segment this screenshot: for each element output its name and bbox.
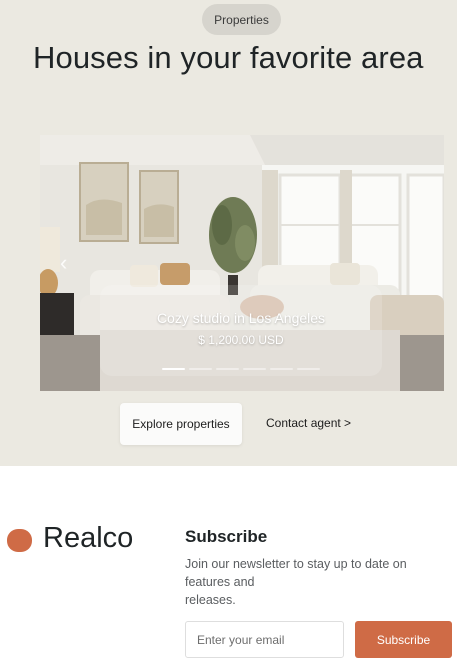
- contact-agent-link[interactable]: Contact agent >: [266, 416, 351, 430]
- carousel-dot[interactable]: [297, 368, 320, 370]
- property-carousel[interactable]: ‹ Cozy studio in Los Angeles $ 1,200.00 …: [40, 135, 444, 391]
- properties-badge: Properties: [202, 4, 281, 35]
- carousel-dot[interactable]: [270, 368, 293, 370]
- page-title: Houses in your favorite area: [33, 40, 424, 75]
- brand-name[interactable]: Realco: [43, 522, 133, 555]
- subscribe-title: Subscribe: [185, 527, 268, 546]
- explore-properties-button[interactable]: Explore properties: [120, 403, 242, 445]
- brand-logo-icon: [7, 529, 32, 552]
- email-input[interactable]: [185, 621, 344, 658]
- carousel-dot[interactable]: [162, 368, 185, 370]
- slide-title: Cozy studio in Los Angeles: [156, 310, 326, 326]
- subscribe-desc-line: features and: [185, 575, 255, 589]
- subscribe-description: Join our newsletter to stay up to date o…: [185, 555, 440, 609]
- carousel-dot[interactable]: [216, 368, 239, 370]
- carousel-dot[interactable]: [243, 368, 266, 370]
- subscribe-button[interactable]: Subscribe: [355, 621, 452, 658]
- carousel-dot[interactable]: [189, 368, 212, 370]
- slide-price: $ 1,200.00 USD: [198, 333, 284, 347]
- slide-caption-panel: [100, 285, 382, 376]
- subscribe-desc-line: releases.: [185, 593, 236, 607]
- carousel-dots: [162, 368, 320, 370]
- chevron-left-icon[interactable]: ‹: [60, 251, 80, 275]
- hero-section: Properties Houses in your favorite area: [0, 0, 457, 466]
- subscribe-desc-line: Join our newsletter to stay up to date o…: [185, 557, 407, 571]
